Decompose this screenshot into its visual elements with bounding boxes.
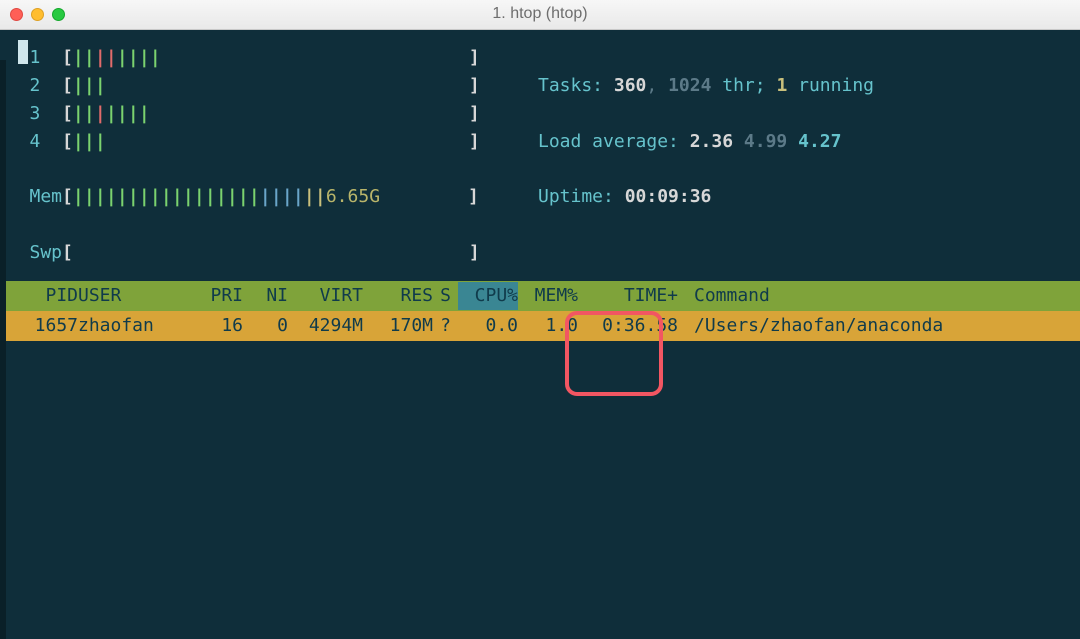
col-cmd: Command (678, 282, 770, 310)
cpu-meter-2: 2 [||| ] (0, 72, 520, 100)
cursor-icon (18, 40, 28, 64)
swp-meter: Swp[ ] (0, 211, 520, 267)
cell-ni: 0 (243, 312, 288, 340)
terminal-body[interactable]: 1 [|||||||| ]2 [||| ]3 [||||||| ]4 [||| … (0, 30, 1080, 639)
col-user: USER (78, 282, 188, 310)
left-edge (0, 60, 6, 639)
system-info: Tasks: 360, 1024 thr; 1 running Load ave… (520, 44, 1080, 267)
cpu-meter-4: 4 [||| ] (0, 128, 520, 156)
col-ni: NI (243, 282, 288, 310)
col-virt: VIRT (288, 282, 363, 310)
window-controls (0, 0, 65, 30)
process-table: PID USERPRINIVIRTRESSCPU%MEM%TIME+Comman… (0, 281, 1080, 341)
terminal-window: 1. htop (htop) 1 [|||||||| ]2 [||| ]3 [|… (0, 0, 1080, 639)
col-pid: PID (18, 282, 78, 310)
load-line: Load average: 2.36 4.99 4.27 (520, 100, 1080, 156)
col-time: TIME+ (578, 282, 678, 310)
cell-pri: 16 (188, 312, 243, 340)
cpu-label: 2 (18, 72, 62, 100)
mem-label: Mem (18, 183, 62, 211)
cell-pid: 1657 (18, 312, 78, 340)
cell-mem: 1.0 (518, 312, 578, 340)
cpu-meter-1: 1 [|||||||| ] (0, 44, 520, 72)
uptime-line: Uptime: 00:09:36 (520, 156, 1080, 212)
cell-cpu: 0.0 (458, 312, 518, 340)
cpu-label: 3 (18, 100, 62, 128)
swp-label: Swp (18, 239, 62, 267)
titlebar[interactable]: 1. htop (htop) (0, 0, 1080, 30)
close-icon[interactable] (10, 8, 23, 21)
table-header[interactable]: PID USERPRINIVIRTRESSCPU%MEM%TIME+Comman… (0, 281, 1080, 311)
cell-s: ? (433, 312, 458, 340)
cell-time: 0:36.58 (578, 312, 678, 340)
cell-cmd: /Users/zhaofan/anaconda (678, 312, 943, 340)
col-cpu: CPU% (458, 282, 518, 310)
cell-res: 170M (363, 312, 433, 340)
meters-left: 1 [|||||||| ]2 [||| ]3 [||||||| ]4 [||| … (0, 44, 520, 267)
window-title: 1. htop (htop) (0, 2, 1080, 27)
col-pri: PRI (188, 282, 243, 310)
cell-virt: 4294M (288, 312, 363, 340)
col-res: RES (363, 282, 433, 310)
col-mem: MEM% (518, 282, 578, 310)
tasks-line: Tasks: 360, 1024 thr; 1 running (520, 44, 1080, 100)
table-row[interactable]: 1657 zhaofan1604294M170M?0.01.00:36.58/U… (0, 311, 1080, 341)
cpu-label: 4 (18, 128, 62, 156)
minimize-icon[interactable] (31, 8, 44, 21)
mem-value: 6.65G (326, 186, 380, 207)
maximize-icon[interactable] (52, 8, 65, 21)
cpu-meter-3: 3 [||||||| ] (0, 100, 520, 128)
col-s: S (433, 282, 458, 310)
cell-user: zhaofan (78, 312, 188, 340)
mem-meter: Mem[|||||||||||||||||||||||6.65G ] (0, 156, 520, 212)
